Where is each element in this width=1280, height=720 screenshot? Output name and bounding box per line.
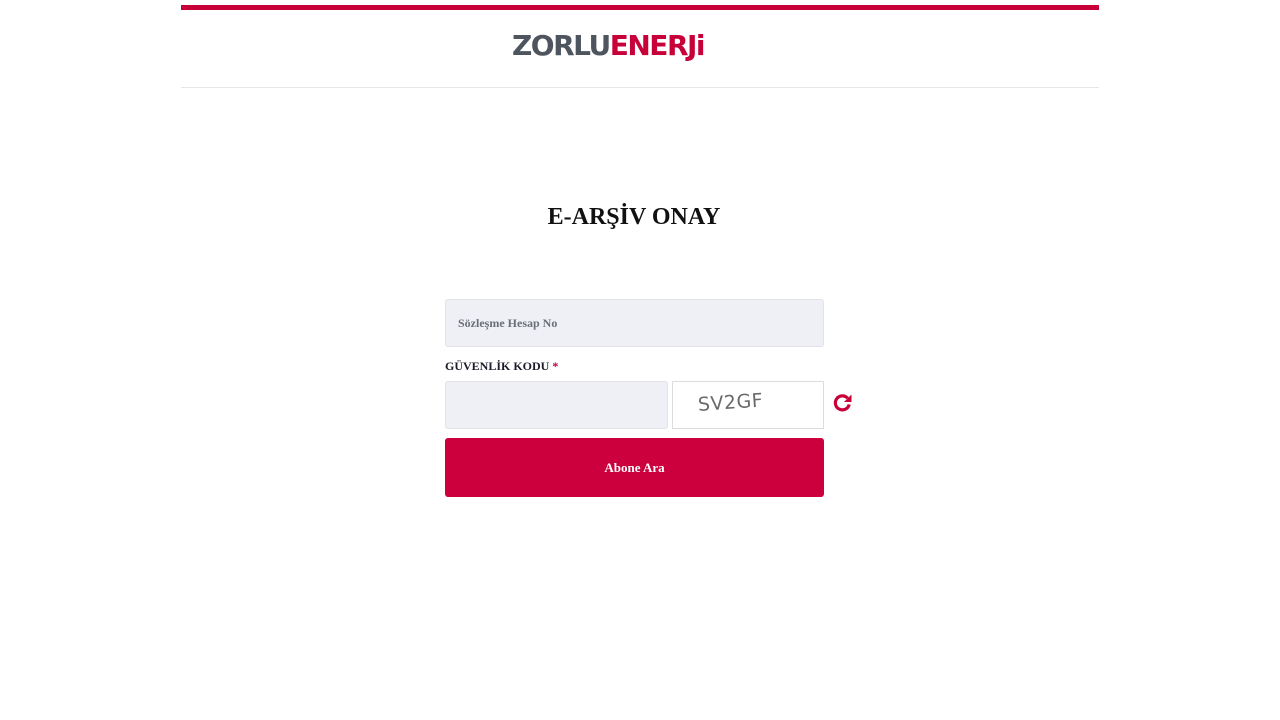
refresh-icon[interactable] xyxy=(832,392,854,414)
security-code-input[interactable] xyxy=(445,381,668,429)
captcha-text: SV2GF xyxy=(697,389,764,416)
zorlu-enerji-logo: ZORLUENERJi xyxy=(512,28,768,64)
contract-account-number-input[interactable] xyxy=(445,299,824,347)
page-title: E-ARŞİV ONAY xyxy=(547,204,721,230)
header-divider xyxy=(181,87,1099,88)
logo-part-enerji: ENERJi xyxy=(609,29,706,62)
search-subscriber-button[interactable]: Abone Ara xyxy=(445,438,824,497)
required-marker: * xyxy=(552,359,559,373)
logo-part-zorlu: ZORLU xyxy=(512,29,611,62)
security-code-label: GÜVENLİK KODU * xyxy=(445,358,558,374)
security-code-label-text: GÜVENLİK KODU xyxy=(445,359,550,373)
captcha-image: SV2GF xyxy=(672,381,824,429)
header-accent-bar xyxy=(181,5,1099,10)
